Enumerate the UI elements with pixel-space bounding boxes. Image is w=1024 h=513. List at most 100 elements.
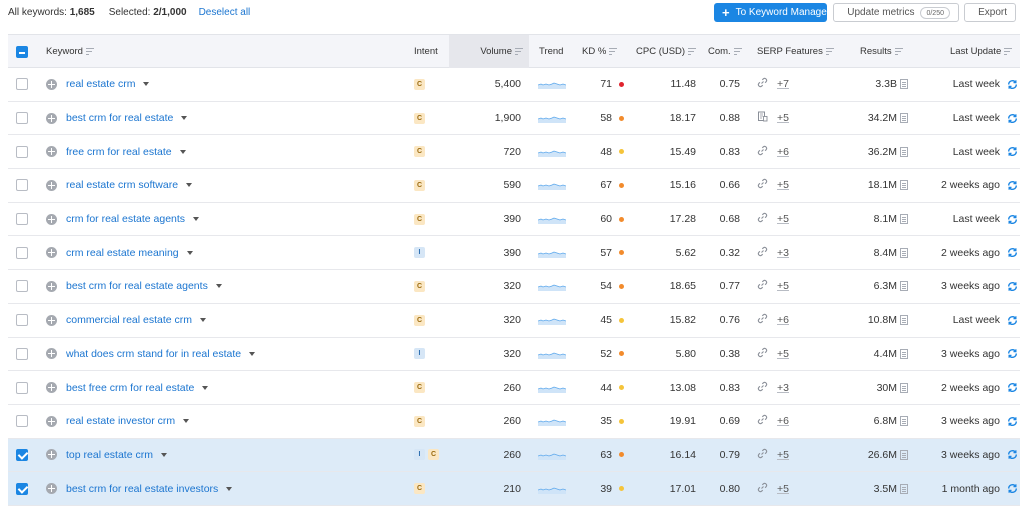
row-add-cell[interactable]: [46, 338, 57, 371]
refresh-icon[interactable]: [1007, 180, 1018, 191]
row-checkbox-cell[interactable]: [16, 405, 28, 438]
row-checkbox[interactable]: [16, 112, 28, 125]
serp-cell[interactable]: +5: [757, 439, 789, 472]
keyword-cell[interactable]: best crm for real estate investors: [66, 472, 233, 505]
row-add-cell[interactable]: [46, 472, 57, 505]
results-cell[interactable]: 3.5M: [848, 472, 908, 505]
serp-more[interactable]: +5: [777, 112, 789, 124]
add-to-list-icon[interactable]: [46, 449, 57, 461]
keyword-link[interactable]: crm for real estate agents: [66, 213, 185, 225]
keyword-cell[interactable]: commercial real estate crm: [66, 304, 207, 337]
row-checkbox[interactable]: [16, 381, 28, 394]
row-checkbox[interactable]: [16, 145, 28, 158]
keyword-link[interactable]: crm real estate meaning: [66, 247, 179, 259]
keyword-link[interactable]: real estate investor crm: [66, 415, 175, 427]
keyword-link[interactable]: real estate crm: [66, 78, 135, 90]
row-checkbox-cell[interactable]: [16, 270, 28, 303]
row-checkbox[interactable]: [16, 280, 28, 293]
col-volume[interactable]: Volume: [449, 35, 529, 68]
refresh-icon[interactable]: [1007, 382, 1018, 393]
row-checkbox-cell[interactable]: [16, 371, 28, 404]
serp-cell[interactable]: +5: [757, 203, 789, 236]
refresh-icon[interactable]: [1007, 113, 1018, 124]
results-cell[interactable]: 26.6M: [848, 439, 908, 472]
serp-cell[interactable]: +6: [757, 304, 789, 337]
results-cell[interactable]: 30M: [848, 371, 908, 404]
serp-cell[interactable]: +5: [757, 472, 789, 505]
keyword-link[interactable]: what does crm stand for in real estate: [66, 348, 241, 360]
add-to-list-icon[interactable]: [46, 179, 57, 191]
results-cell[interactable]: 6.3M: [848, 270, 908, 303]
serp-cell[interactable]: +5: [757, 169, 789, 202]
serp-cell[interactable]: +5: [757, 102, 789, 135]
row-add-cell[interactable]: [46, 203, 57, 236]
serp-snapshot-icon[interactable]: [900, 180, 908, 191]
keyword-cell[interactable]: best crm for real estate: [66, 102, 188, 135]
serp-snapshot-icon[interactable]: [900, 382, 908, 393]
serp-snapshot-icon[interactable]: [900, 79, 908, 90]
serp-snapshot-icon[interactable]: [900, 348, 908, 359]
refresh-icon[interactable]: [1007, 416, 1018, 427]
add-to-list-icon[interactable]: [46, 280, 57, 292]
serp-cell[interactable]: +6: [757, 135, 789, 168]
serp-more[interactable]: +3: [777, 247, 789, 259]
serp-cell[interactable]: +6: [757, 405, 789, 438]
add-to-list-icon[interactable]: [46, 247, 57, 259]
row-checkbox-cell[interactable]: [16, 102, 28, 135]
row-checkbox[interactable]: [16, 415, 28, 428]
row-checkbox[interactable]: [16, 213, 28, 226]
serp-more[interactable]: +5: [777, 483, 789, 495]
keyword-cell[interactable]: free crm for real estate: [66, 135, 186, 168]
keyword-link[interactable]: commercial real estate crm: [66, 314, 192, 326]
serp-snapshot-icon[interactable]: [900, 315, 908, 326]
row-checkbox-cell[interactable]: [16, 304, 28, 337]
row-checkbox-cell[interactable]: [16, 439, 28, 472]
row-checkbox-cell[interactable]: [16, 169, 28, 202]
to-keyword-manager-button[interactable]: + To Keyword Manager: [714, 3, 830, 22]
results-cell[interactable]: 10.8M: [848, 304, 908, 337]
add-to-list-icon[interactable]: [46, 314, 57, 326]
serp-cell[interactable]: +5: [757, 338, 789, 371]
row-checkbox-cell[interactable]: [16, 135, 28, 168]
row-checkbox[interactable]: [16, 448, 28, 461]
chevron-down-icon[interactable]: [200, 318, 207, 323]
keyword-link[interactable]: best crm for real estate investors: [66, 483, 218, 495]
add-to-list-icon[interactable]: [46, 483, 57, 495]
keyword-cell[interactable]: real estate investor crm: [66, 405, 190, 438]
row-checkbox-cell[interactable]: [16, 338, 28, 371]
row-checkbox-cell[interactable]: [16, 203, 28, 236]
keyword-cell[interactable]: crm real estate meaning: [66, 236, 193, 269]
chevron-down-icon[interactable]: [143, 82, 150, 87]
row-checkbox[interactable]: [16, 179, 28, 192]
serp-more[interactable]: +5: [777, 449, 789, 461]
keyword-cell[interactable]: real estate crm: [66, 68, 150, 101]
serp-cell[interactable]: +7: [757, 68, 789, 101]
col-com[interactable]: Com.: [708, 35, 742, 68]
keyword-link[interactable]: best free crm for real estate: [66, 382, 194, 394]
results-cell[interactable]: 34.2M: [848, 102, 908, 135]
serp-snapshot-icon[interactable]: [900, 146, 908, 157]
row-add-cell[interactable]: [46, 270, 57, 303]
add-to-list-icon[interactable]: [46, 382, 57, 394]
results-cell[interactable]: 36.2M: [848, 135, 908, 168]
col-last-update[interactable]: Last Update: [950, 35, 1013, 68]
row-checkbox[interactable]: [16, 78, 28, 91]
serp-snapshot-icon[interactable]: [900, 214, 908, 225]
refresh-icon[interactable]: [1007, 214, 1018, 225]
row-checkbox-cell[interactable]: [16, 68, 28, 101]
serp-snapshot-icon[interactable]: [900, 113, 908, 124]
serp-cell[interactable]: +3: [757, 236, 789, 269]
row-add-cell[interactable]: [46, 68, 57, 101]
add-to-list-icon[interactable]: [46, 415, 57, 427]
chevron-down-icon[interactable]: [183, 419, 190, 424]
add-to-list-icon[interactable]: [46, 78, 57, 90]
row-add-cell[interactable]: [46, 102, 57, 135]
results-cell[interactable]: 3.3B: [848, 68, 908, 101]
serp-more[interactable]: +5: [777, 280, 789, 292]
export-button[interactable]: Export: [964, 3, 1016, 22]
serp-snapshot-icon[interactable]: [900, 247, 908, 258]
row-add-cell[interactable]: [46, 371, 57, 404]
results-cell[interactable]: 18.1M: [848, 169, 908, 202]
serp-more[interactable]: +6: [777, 314, 789, 326]
keyword-link[interactable]: free crm for real estate: [66, 146, 172, 158]
